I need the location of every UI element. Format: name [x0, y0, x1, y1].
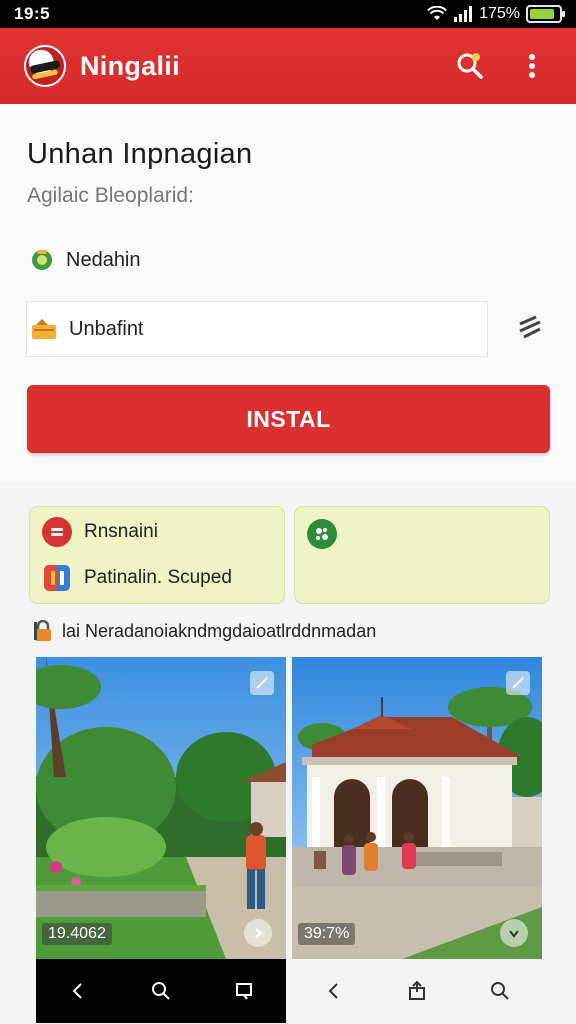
screenshot-1[interactable]: 19.4062 [36, 657, 286, 1023]
screenshot-nav-bar [36, 959, 286, 1023]
back-icon[interactable] [324, 981, 344, 1001]
info-item-rating: Rnsnaini [42, 517, 158, 547]
lock-icon [34, 620, 51, 641]
rating-icon [42, 517, 72, 547]
install-button[interactable]: INSTAL [27, 385, 550, 453]
info-card-right[interactable] [294, 506, 550, 604]
more-vert-icon [529, 54, 535, 78]
battery-icon [526, 5, 565, 23]
developer-row[interactable]: Nedahin [30, 248, 141, 272]
developer-label: Nedahin [66, 248, 141, 271]
search-icon[interactable] [151, 981, 171, 1001]
search-button[interactable] [450, 46, 490, 86]
status-bar: 19:5 175% [0, 0, 576, 28]
category-label: Unbafint [69, 317, 144, 340]
temple-photo [292, 657, 542, 959]
screenshot-badge: 19.4062 [42, 923, 112, 945]
calendar-icon [44, 565, 70, 591]
search-icon [457, 53, 483, 79]
next-arrow-icon[interactable] [244, 919, 272, 947]
disclaimer-note: lai Neradanoiakndmgdaioatlrddnmadan [32, 620, 376, 642]
garden-photo [36, 657, 286, 959]
info-item-label: Rnsnaini [84, 521, 158, 542]
screenshot-nav-bar [292, 959, 542, 1023]
filter-lines-icon [519, 315, 541, 339]
chevron-down-icon[interactable] [500, 919, 528, 947]
app-bar: Ningalii [0, 28, 576, 104]
battery-level [530, 9, 554, 19]
battery-percent: 175% [479, 5, 520, 22]
more-options-button[interactable] [512, 46, 552, 86]
info-item-scope: Patinalin. Scuped [42, 563, 232, 593]
leaf-icon [307, 519, 337, 549]
app-name-title: Unhan Inpnagian [27, 138, 253, 170]
developer-icon [32, 250, 52, 270]
back-icon[interactable] [68, 981, 88, 1001]
filter-button[interactable] [514, 312, 546, 344]
expand-icon[interactable] [506, 671, 530, 695]
app-header-section: Unhan Inpnagian Agilaic Bleoplarid: Neda… [0, 104, 576, 482]
app-logo [24, 45, 66, 87]
status-icons: 175% [427, 5, 565, 23]
disclaimer-text: lai Neradanoiakndmgdaioatlrddnmadan [62, 620, 377, 641]
search-icon[interactable] [490, 981, 510, 1001]
screenshot-2[interactable]: 39:7% [292, 657, 542, 1023]
app-title: Ningalii [80, 50, 180, 81]
info-item-badge [307, 519, 337, 549]
app-subtitle: Agilaic Bleoplarid: [27, 184, 194, 207]
signal-icon [454, 6, 473, 22]
expand-icon[interactable] [250, 671, 274, 695]
status-time: 19:5 [14, 4, 51, 23]
square-icon[interactable] [234, 981, 254, 1001]
bag-icon [32, 319, 56, 339]
info-item-label: Patinalin. Scuped [84, 567, 232, 588]
wifi-icon [427, 6, 447, 20]
screenshot-badge: 39:7% [298, 923, 356, 945]
category-field[interactable]: Unbafint [26, 301, 488, 357]
info-card-left[interactable]: Rnsnaini Patinalin. Scuped [29, 506, 285, 604]
share-icon[interactable] [407, 981, 427, 1001]
